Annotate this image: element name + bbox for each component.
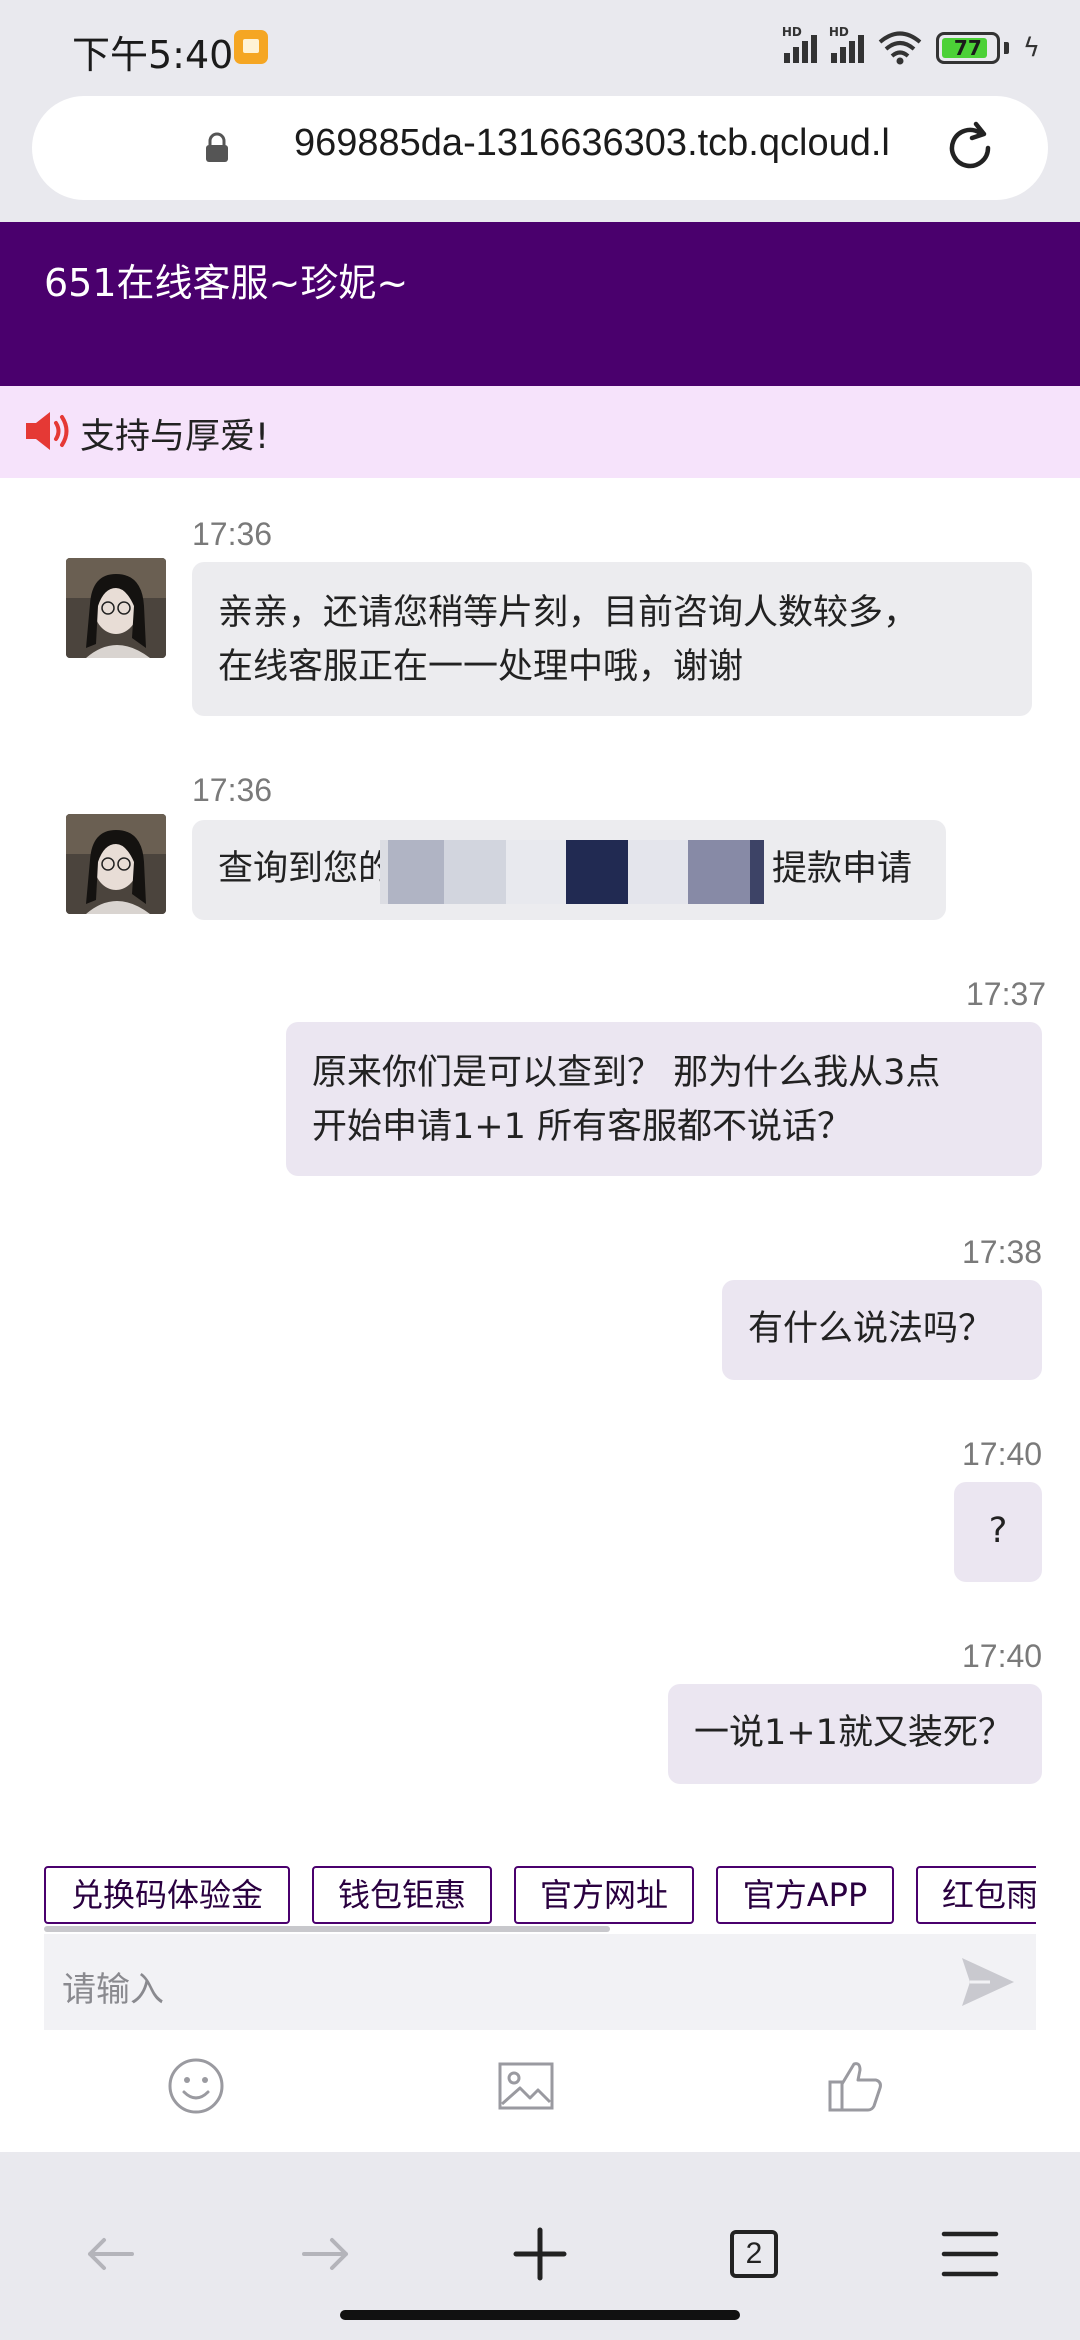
image-icon[interactable] [496,2056,556,2116]
emoji-icon[interactable] [166,2056,226,2116]
message-text-start: 查询到您的 [218,849,394,889]
message-time: 17:40 [962,1436,1043,1472]
url-text[interactable]: 969885da-1316636303.tcb.qcloud.l [294,122,944,165]
signal-icon: HD [782,25,817,63]
message-input-bar: 请输入 [44,1934,1036,2030]
avatar [66,558,166,658]
message-text-line: 在线客服正在一一处理中哦，谢谢 [218,647,744,687]
charging-icon: ϟ [1022,33,1040,63]
address-bar[interactable]: 969885da-1316636303.tcb.qcloud.l [32,96,1048,200]
message-time: 17:37 [966,976,1047,1012]
tabs-icon[interactable]: 2 [726,2224,786,2284]
wifi-icon [878,31,922,65]
signal-icon: HD [829,25,864,63]
menu-icon[interactable] [940,2224,1000,2284]
status-icons: HD HD 77 ϟ [782,25,1040,68]
message-time: 17:40 [962,1638,1043,1674]
message-text-end: 提款申请 [772,849,913,889]
status-time: 下午5:40 [72,33,234,77]
new-tab-icon[interactable] [510,2224,570,2284]
message-input[interactable]: 请输入 [62,1962,164,2011]
message-time: 17:36 [192,772,273,808]
message-text: 一说1+1就又装死？ [694,1713,1013,1753]
message-bubble: 一说1+1就又装死？ [668,1684,1042,1784]
quick-reply-chip[interactable]: 钱包钜惠 [312,1866,492,1924]
message-bubble: 原来你们是可以查到？ 那为什么我从3点 开始申请1+1 所有客服都不说话？ [286,1022,1042,1176]
message-time: 17:36 [192,516,273,552]
quick-reply-chip[interactable]: 官方APP [716,1866,894,1924]
quick-reply-row: 兑换码体验金 钱包钜惠 官方网址 官方APP 红包雨 [44,1866,1036,1924]
message-bubble: 有什么说法吗？ [722,1280,1042,1380]
thumbs-up-icon[interactable] [826,2056,886,2116]
lock-icon [206,132,228,162]
message-bubble: ? [954,1482,1042,1582]
chat-header: 651在线客服~珍妮~ [0,222,1080,386]
quick-reply-chip[interactable]: 兑换码体验金 [44,1866,290,1924]
quick-reply-chip[interactable]: 红包雨 [916,1866,1036,1924]
reload-icon[interactable] [940,118,1000,178]
home-indicator[interactable] [340,2310,740,2320]
send-icon[interactable] [960,1956,1016,2008]
chat-title: 651在线客服~珍妮~ [44,261,409,305]
message-text-line: 亲亲，还请您稍等片刻，目前咨询人数较多， [218,593,919,633]
message-text: ? [988,1511,1008,1551]
message-text-line: 原来你们是可以查到？ 那为什么我从3点 [312,1053,941,1093]
avatar [66,814,166,914]
notice-text: 支持与厚爱! [80,417,270,457]
tab-count: 2 [730,2230,778,2278]
quick-reply-chip[interactable]: 官方网址 [514,1866,694,1924]
forward-arrow-icon[interactable] [296,2224,356,2284]
speaker-icon [26,412,69,450]
redacted-region [380,840,764,904]
notification-app-icon [234,30,268,64]
battery-icon: 77 [935,32,1000,64]
status-bar: 下午5:40 HD HD 77 ϟ [0,0,1080,96]
back-arrow-icon[interactable] [80,2224,140,2284]
quick-reply-scrollbar[interactable] [44,1926,610,1932]
notice-banner: 支持与厚爱! [0,386,1080,478]
message-text-line: 开始申请1+1 所有客服都不说话？ [312,1107,852,1147]
message-bubble: 查询到您的 提款申请 [192,820,946,920]
message-time: 17:38 [962,1234,1043,1270]
battery-cap [1003,42,1009,54]
address-bar-area: 969885da-1316636303.tcb.qcloud.l [0,96,1080,222]
message-bubble: 亲亲，还请您稍等片刻，目前咨询人数较多， 在线客服正在一一处理中哦，谢谢 [192,562,1032,716]
message-text: 有什么说法吗？ [748,1309,994,1349]
battery-level: 77 [953,36,982,60]
